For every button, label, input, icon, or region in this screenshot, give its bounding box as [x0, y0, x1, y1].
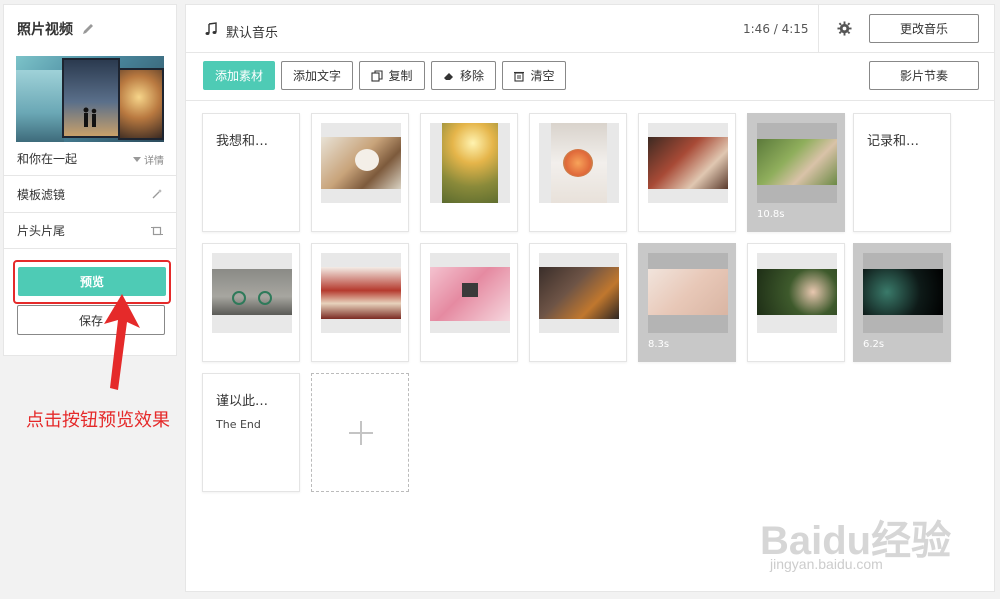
button-label: 复制: [388, 69, 413, 83]
clip-card[interactable]: [311, 243, 409, 362]
detail-label: 详情: [144, 156, 164, 167]
clip-thumbnail: [321, 253, 401, 333]
clip-card[interactable]: 记录和…: [853, 113, 951, 232]
film-rhythm-button[interactable]: 影片节奏: [869, 61, 979, 90]
clip-thumbnail: [430, 123, 510, 203]
copy-button[interactable]: 复制: [359, 61, 425, 90]
watermark-url: jingyan.baidu.com: [770, 556, 883, 572]
clip-thumbnail: [539, 253, 619, 333]
clip-duration: 6.2s: [863, 339, 885, 350]
clip-thumbnail: [539, 123, 619, 203]
clip-thumbnail: [430, 253, 510, 333]
music-bar: 默认音乐 1:46 / 4:15 更改音乐: [186, 5, 994, 53]
red-arrow-icon: [104, 294, 140, 390]
clip-duration: 8.3s: [648, 339, 670, 350]
cover-panel: [16, 70, 64, 142]
left-sidebar: 照片视频 和你在一起 详情 模板滤镜 片头片尾 预览 保存: [3, 4, 177, 356]
clip-thumbnail: [863, 253, 943, 333]
button-label: 移除: [459, 69, 484, 83]
detail-toggle[interactable]: 详情: [133, 152, 164, 167]
button-label: 影片节奏: [899, 69, 948, 83]
clip-card[interactable]: [420, 113, 518, 232]
sidebar-item-label: 片头片尾: [17, 224, 66, 238]
clip-text: 谨以此…: [216, 394, 269, 409]
clip-card[interactable]: [529, 243, 627, 362]
clip-thumbnail: [212, 253, 292, 333]
plus-icon: [349, 421, 373, 445]
music-note-icon: [205, 22, 217, 35]
clear-button[interactable]: 清空: [502, 61, 566, 90]
project-title-row: 照片视频: [17, 19, 95, 39]
gear-icon[interactable]: [837, 21, 852, 36]
trash-icon: [514, 71, 525, 82]
add-text-button[interactable]: 添加文字: [281, 61, 353, 90]
sidebar-item-label: 模板滤镜: [17, 187, 66, 202]
clip-thumbnail: [648, 253, 728, 333]
annotation-text: 点击按钮预览效果: [26, 410, 170, 431]
button-label: 添加文字: [292, 69, 341, 83]
couple-silhouette-icon: [83, 107, 97, 127]
clip-subtext: The End: [216, 418, 261, 431]
music-title: 默认音乐: [226, 26, 279, 41]
clip-card[interactable]: 我想和…: [202, 113, 300, 232]
music-time: 1:46 / 4:15: [743, 22, 809, 36]
clip-card[interactable]: [638, 113, 736, 232]
clip-duration: 10.8s: [757, 209, 785, 220]
clip-card[interactable]: 谨以此… The End: [202, 373, 300, 492]
preview-highlight-box: 预览: [13, 260, 171, 304]
project-title: 照片视频: [17, 22, 73, 38]
add-material-button[interactable]: 添加素材: [203, 61, 275, 90]
copy-icon: [371, 69, 384, 82]
button-label: 清空: [530, 69, 555, 83]
clip-text: 我想和…: [216, 134, 269, 149]
toolbar: 添加素材 添加文字 复制 移除 清空 影片节奏: [186, 53, 994, 101]
clip-thumbnail: [757, 123, 837, 203]
sidebar-item-intro-outro[interactable]: 片头片尾: [4, 212, 176, 249]
sidebar-item-template-filter[interactable]: 模板滤镜: [4, 175, 176, 212]
clip-card[interactable]: [529, 113, 627, 232]
clip-card[interactable]: [202, 243, 300, 362]
cover-panel: [118, 68, 164, 140]
change-music-button[interactable]: 更改音乐: [869, 14, 979, 43]
editor-main-panel: 默认音乐 1:46 / 4:15 更改音乐 添加素材 添加文字 复制 移除 清空…: [185, 4, 995, 592]
clip-thumbnail: [321, 123, 401, 203]
caret-down-icon: [133, 157, 141, 162]
cover-caption: 和你在一起: [17, 152, 78, 166]
magic-wand-icon: [152, 189, 162, 199]
clip-card-video[interactable]: 6.2s: [853, 243, 951, 362]
edit-pencil-icon[interactable]: [81, 22, 95, 36]
divider: [818, 5, 819, 52]
button-label: 添加素材: [214, 69, 263, 83]
eraser-icon: [443, 72, 453, 80]
frame-crop-icon: [151, 226, 163, 235]
clip-card[interactable]: [311, 113, 409, 232]
clip-card[interactable]: [420, 243, 518, 362]
clip-thumbnail: [648, 123, 728, 203]
clip-text: 记录和…: [867, 134, 920, 149]
clip-card-video[interactable]: 8.3s: [638, 243, 736, 362]
clip-card[interactable]: [747, 243, 845, 362]
clip-thumbnail: [757, 253, 837, 333]
add-clip-button[interactable]: [311, 373, 409, 492]
clip-card-video[interactable]: 10.8s: [747, 113, 845, 232]
remove-button[interactable]: 移除: [431, 61, 496, 90]
cover-thumbnail[interactable]: [16, 56, 164, 142]
